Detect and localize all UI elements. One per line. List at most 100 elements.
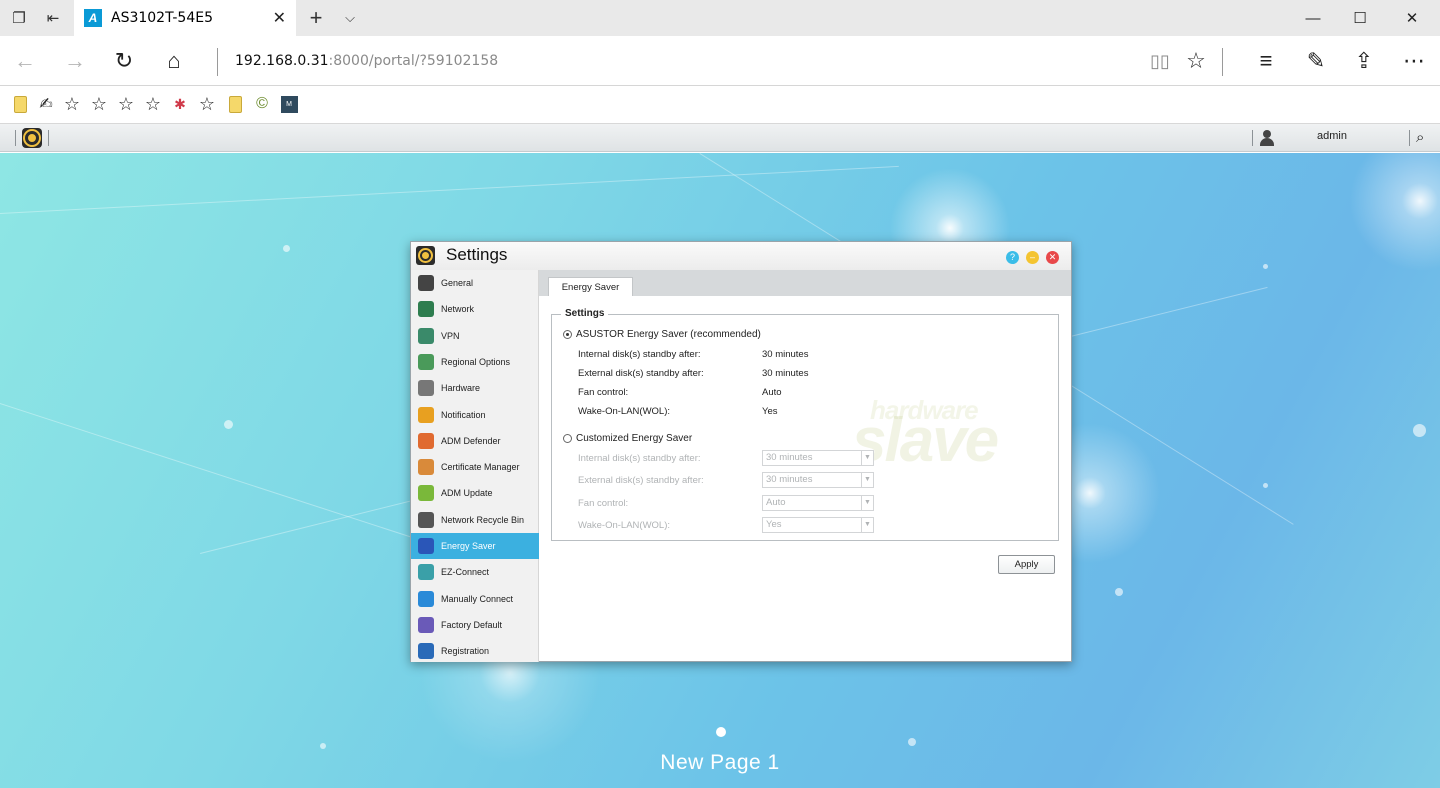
vpn-icon [418,328,434,344]
chevron-down-icon[interactable]: ⌵ [340,8,360,28]
back-arrow-icon[interactable]: ← [11,48,39,74]
hub-icon[interactable]: ≡ [1252,48,1280,74]
taskbar-separator [48,130,49,146]
favorite-folder-icon[interactable] [11,95,29,113]
search-icon[interactable]: ⌕ [1416,129,1424,146]
custom-internal-standby-select[interactable]: 30 minutes ▼ [762,450,874,466]
minimize-window-button[interactable]: — [1290,0,1336,36]
factory-default-icon [418,617,434,633]
more-icon[interactable]: ⋯ [1400,48,1428,74]
taskbar-separator [1409,130,1410,146]
recommended-radio[interactable] [563,330,572,339]
custom-fan-control-label: Fan control: [578,498,629,509]
favorite-m-logo-icon[interactable]: M [280,95,298,113]
network-globe-icon [418,301,434,317]
window-title: Settings [446,245,508,264]
tab-energy-saver[interactable]: Energy Saver [548,277,633,296]
sidebar-item-vpn[interactable]: VPN [411,323,539,349]
favorite-star-icon[interactable]: ☆ [63,94,81,114]
sidebar-item-label: Notification [441,410,486,420]
fieldset-legend: Settings [561,308,609,319]
background-sparkle [1263,264,1268,269]
background-sparkle [283,245,290,252]
reading-view-icon[interactable]: ▯▯ [1146,48,1174,74]
browser-nav-bar: ← → ↻ ⌂ 192.168.0.31:8000/portal/?591021… [0,36,1440,86]
apply-button[interactable]: Apply [998,555,1055,574]
custom-external-standby-label: External disk(s) standby after: [578,475,704,486]
sidebar-item-network-recycle-bin[interactable]: Network Recycle Bin [411,507,539,533]
favorite-logo-icon[interactable]: ✍ [37,95,55,113]
favorite-c-logo-icon[interactable]: © [253,95,271,113]
sidebar-item-notification[interactable]: Notification [411,402,539,428]
favorite-folder-icon[interactable] [226,95,244,113]
energy-saver-icon [418,538,434,554]
favorite-site-icon[interactable]: ✱ [171,95,189,113]
maximize-window-button[interactable]: ☐ [1337,0,1383,36]
favorite-star-icon[interactable]: ☆ [117,94,135,114]
chevron-down-icon: ▼ [861,473,873,487]
username-label[interactable]: admin [1317,130,1347,142]
sidebar-item-factory-default[interactable]: Factory Default [411,612,539,638]
favorite-star-icon[interactable]: ☆ [198,94,216,114]
background-sparkle [1413,424,1426,437]
sidebar-item-regional-options[interactable]: Regional Options [411,349,539,375]
favorite-star-icon[interactable]: ☆ [1182,48,1210,74]
sidebar-item-adm-defender[interactable]: ADM Defender [411,428,539,454]
settings-window-titlebar[interactable]: Settings ? – ✕ [411,242,1071,270]
close-button[interactable]: ✕ [1046,251,1059,264]
sidebar-item-registration[interactable]: Registration [411,638,539,664]
settings-app-icon[interactable] [22,128,42,148]
tab-close-icon[interactable]: ✕ [273,8,286,28]
refresh-icon[interactable]: ↻ [110,48,138,74]
sidebar-item-label: ADM Defender [441,436,501,446]
external-standby-label: External disk(s) standby after: [578,368,704,379]
sidebar-item-certificate-manager[interactable]: Certificate Manager [411,454,539,480]
user-icon[interactable] [1259,130,1275,146]
close-window-button[interactable]: ✕ [1389,0,1435,36]
fan-control-value: Auto [762,387,782,398]
hardware-icon [418,380,434,396]
custom-wol-select[interactable]: Yes ▼ [762,517,874,533]
sidebar-item-label: Hardware [441,383,481,393]
share-icon[interactable]: ⇪ [1350,48,1378,74]
sidebar-item-ez-connect[interactable]: EZ-Connect [411,559,539,585]
internal-standby-value: 30 minutes [762,349,809,360]
settings-fieldset: Settings ASUSTOR Energy Saver (recommend… [551,308,1059,541]
favorite-star-icon[interactable]: ☆ [144,94,162,114]
background-ray [0,165,899,214]
set-aside-tabs-icon[interactable]: ⇤ [43,8,63,28]
sidebar-item-hardware[interactable]: Hardware [411,375,539,401]
custom-fan-control-select[interactable]: Auto ▼ [762,495,874,511]
recommended-option[interactable]: ASUSTOR Energy Saver (recommended) [563,329,761,340]
chevron-down-icon: ▼ [861,451,873,465]
settings-window: Settings ? – ✕ General Network VPN Regional… [410,241,1072,662]
sidebar-item-label: ADM Update [441,488,493,498]
web-note-icon[interactable]: ✎ [1302,48,1330,74]
page-indicator-dot[interactable] [716,727,726,737]
tab-manager-icon[interactable]: ❐ [9,8,29,28]
custom-option[interactable]: Customized Energy Saver [563,433,692,444]
new-tab-icon[interactable]: + [306,5,326,30]
home-icon[interactable]: ⌂ [160,48,188,74]
minimize-button[interactable]: – [1026,251,1039,264]
sidebar-item-manually-connect[interactable]: Manually Connect [411,586,539,612]
browser-tab[interactable]: A AS3102T-54E5 ✕ [74,0,296,36]
forward-arrow-icon[interactable]: → [61,48,89,74]
help-button[interactable]: ? [1006,251,1019,264]
select-value: 30 minutes [766,474,813,485]
recycle-bin-icon [418,512,434,528]
sidebar-item-label: Regional Options [441,357,511,367]
sidebar-item-network[interactable]: Network [411,296,539,322]
sidebar-item-general[interactable]: General [411,270,539,296]
address-bar[interactable]: 192.168.0.31:8000/portal/?59102158 [235,53,498,69]
fan-control-label: Fan control: [578,387,629,398]
custom-external-standby-select[interactable]: 30 minutes ▼ [762,472,874,488]
favorite-star-icon[interactable]: ☆ [90,94,108,114]
sidebar-item-adm-update[interactable]: ADM Update [411,480,539,506]
certificate-icon [418,459,434,475]
custom-radio[interactable] [563,434,572,443]
custom-label: Customized Energy Saver [576,433,693,444]
desktop-page-label: New Page 1 [660,751,780,774]
internal-standby-label: Internal disk(s) standby after: [578,349,701,360]
sidebar-item-energy-saver[interactable]: Energy Saver [411,533,539,559]
